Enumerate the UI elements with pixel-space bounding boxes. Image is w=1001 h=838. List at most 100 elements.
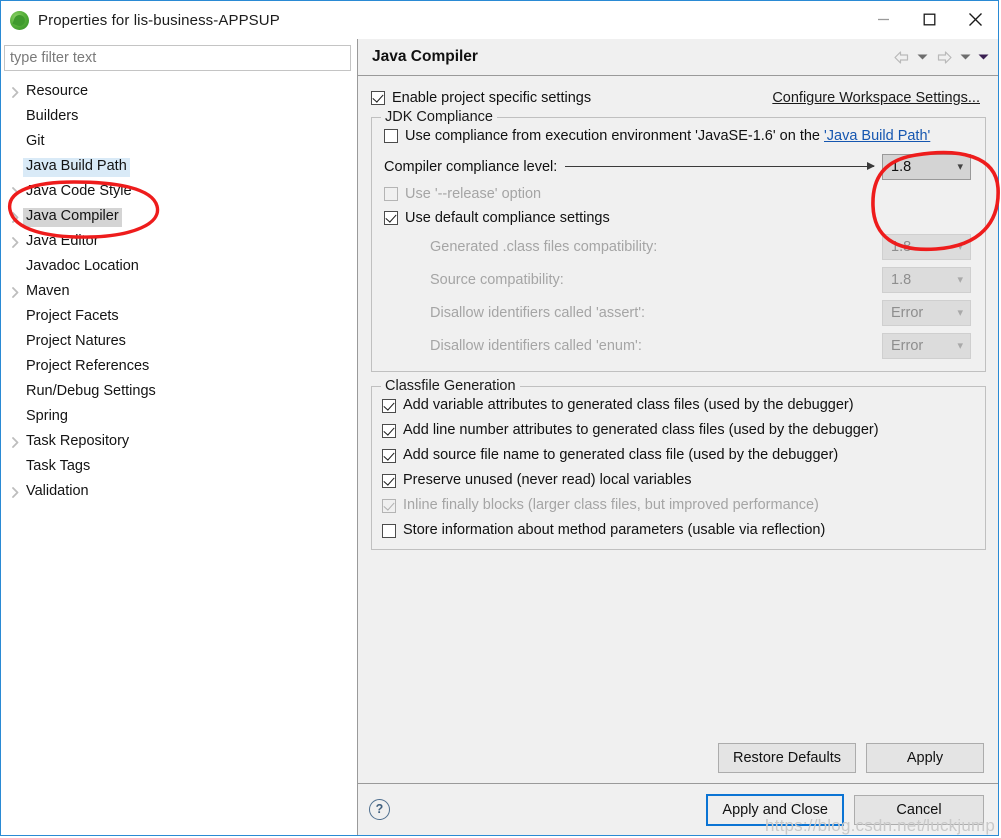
window-controls (860, 1, 998, 38)
close-icon[interactable] (952, 1, 998, 38)
chevron-right-icon[interactable] (7, 187, 23, 198)
enable-project-specific-checkbox[interactable] (371, 91, 385, 105)
sidebar-item-spring[interactable]: Spring (1, 405, 357, 430)
forward-dropdown-chevron-down-icon[interactable] (957, 45, 974, 69)
compliance-field-select: 1.8 ▾ (882, 233, 971, 260)
classfile-option-checkbox[interactable] (382, 423, 396, 438)
forward-arrow-icon[interactable] (932, 45, 956, 69)
back-dropdown-chevron-down-icon[interactable] (914, 45, 931, 69)
apply-and-close-button[interactable]: Apply and Close (706, 793, 844, 826)
filter-container (1, 39, 357, 71)
properties-dialog: Properties for lis-business-APPSUP Resou… (0, 0, 999, 836)
minimize-icon[interactable] (860, 1, 906, 38)
sidebar-item-label: Java Code Style (26, 183, 132, 200)
use-default-compliance-label: Use default compliance settings (405, 209, 610, 226)
use-default-compliance-checkbox[interactable] (384, 211, 398, 225)
classfile-option-checkbox (382, 498, 396, 513)
classfile-option-checkbox[interactable] (382, 448, 396, 463)
classfile-options-list: Add variable attributes to generated cla… (382, 393, 975, 543)
classfile-option-row: Add line number attributes to generated … (382, 418, 975, 443)
chevron-down-icon: ▾ (957, 274, 963, 286)
help-icon[interactable]: ? (369, 799, 390, 820)
chevron-right-icon[interactable] (7, 87, 23, 98)
classfile-option-checkbox[interactable] (382, 473, 396, 488)
sidebar-item-maven[interactable]: Maven (1, 280, 357, 305)
java-build-path-link[interactable]: 'Java Build Path' (824, 128, 930, 144)
page-content: Enable project specific settings Configu… (358, 76, 998, 734)
chevron-right-icon[interactable] (7, 287, 23, 298)
classfile-option-checkbox[interactable] (382, 523, 396, 538)
configure-workspace-settings-link[interactable]: Configure Workspace Settings... (772, 90, 986, 106)
sidebar-item-git[interactable]: Git (1, 130, 357, 155)
apply-button[interactable]: Apply (866, 743, 984, 773)
sidebar-item-label: Project References (26, 358, 150, 375)
classfile-option-label: Add line number attributes to generated … (403, 422, 879, 439)
page-title: Java Compiler (372, 48, 478, 65)
sidebar-item-label: Project Facets (26, 308, 119, 325)
use-execution-environment-label: Use compliance from execution environmen… (405, 128, 930, 145)
sidebar-item-run-debug-settings[interactable]: Run/Debug Settings (1, 380, 357, 405)
apply-button-bar: Restore Defaults Apply (358, 734, 998, 783)
classfile-option-row: Add source file name to generated class … (382, 443, 975, 468)
sidebar-item-builders[interactable]: Builders (1, 105, 357, 130)
sidebar-item-validation[interactable]: Validation (1, 480, 357, 505)
compiler-compliance-level-select[interactable]: 1.8 ▾ (882, 153, 971, 180)
chevron-right-icon[interactable] (7, 437, 23, 448)
sidebar-item-java-editor[interactable]: Java Editor (1, 230, 357, 255)
chevron-right-icon[interactable] (7, 212, 23, 223)
classfile-option-row: Store information about method parameter… (382, 518, 975, 543)
pointer-arrow-annotation (565, 162, 875, 170)
sidebar-item-java-code-style[interactable]: Java Code Style (1, 180, 357, 205)
sidebar-item-task-tags[interactable]: Task Tags (1, 455, 357, 480)
sidebar-item-javadoc-location[interactable]: Javadoc Location (1, 255, 357, 280)
classfile-generation-legend: Classfile Generation (381, 378, 520, 394)
compliance-field-value: Error (891, 337, 924, 354)
settings-tree: Resource Builders Git Java Build Path Java C… (1, 80, 357, 835)
compliance-field-label: Generated .class files compatibility: (430, 238, 658, 255)
sidebar-item-task-repository[interactable]: Task Repository (1, 430, 357, 455)
sidebar-item-label: Resource (26, 83, 89, 100)
compiler-compliance-level-row: Compiler compliance level: 1.8 ▾ (384, 151, 975, 182)
sidebar-item-resource[interactable]: Resource (1, 80, 357, 105)
enable-project-specific-label: Enable project specific settings (392, 89, 592, 106)
classfile-option-row: Preserve unused (never read) local varia… (382, 468, 975, 493)
jdk-compliance-group: JDK Compliance Use compliance from execu… (371, 109, 986, 372)
sidebar-item-project-facets[interactable]: Project Facets (1, 305, 357, 330)
sidebar-item-label: Spring (26, 408, 68, 425)
settings-sidebar: Resource Builders Git Java Build Path Java C… (1, 39, 357, 835)
classfile-option-row: Inline finally blocks (larger class file… (382, 493, 975, 518)
sidebar-item-project-natures[interactable]: Project Natures (1, 330, 357, 355)
back-arrow-icon[interactable] (889, 45, 913, 69)
sidebar-item-label: Validation (26, 483, 89, 500)
chevron-down-icon: ▾ (957, 307, 963, 319)
eclipse-project-icon (10, 10, 29, 30)
classfile-option-label: Inline finally blocks (larger class file… (403, 497, 819, 514)
sidebar-item-label: Javadoc Location (26, 258, 139, 275)
sidebar-item-java-compiler[interactable]: Java Compiler (1, 205, 357, 230)
title-bar: Properties for lis-business-APPSUP (1, 1, 998, 39)
compliance-field-row: Source compatibility: 1.8 ▾ (384, 263, 975, 296)
classfile-option-checkbox[interactable] (382, 398, 396, 413)
search-input[interactable] (4, 45, 351, 71)
use-execution-environment-checkbox[interactable] (384, 129, 398, 143)
cancel-button[interactable]: Cancel (854, 794, 984, 825)
compliance-field-value: 1.8 (891, 238, 912, 255)
classfile-option-row: Add variable attributes to generated cla… (382, 393, 975, 418)
restore-defaults-button[interactable]: Restore Defaults (718, 743, 856, 773)
compiler-compliance-level-label: Compiler compliance level: (384, 158, 558, 175)
compliance-field-label: Disallow identifiers called 'enum': (430, 337, 642, 354)
sidebar-item-java-build-path[interactable]: Java Build Path (1, 155, 357, 180)
sidebar-item-label: Maven (26, 283, 70, 300)
classfile-option-label: Add source file name to generated class … (403, 447, 839, 464)
dialog-footer: ? Apply and Close Cancel (358, 783, 998, 835)
chevron-right-icon[interactable] (7, 487, 23, 498)
classfile-generation-group: Classfile Generation Add variable attrib… (371, 378, 986, 550)
use-execution-environment-row: Use compliance from execution environmen… (384, 124, 975, 148)
chevron-right-icon[interactable] (7, 237, 23, 248)
compliance-field-select: Error ▾ (882, 332, 971, 359)
sidebar-item-project-references[interactable]: Project References (1, 355, 357, 380)
dialog-body: Resource Builders Git Java Build Path Java C… (1, 39, 998, 835)
view-menu-chevron-down-icon[interactable] (975, 45, 992, 69)
maximize-icon[interactable] (906, 1, 952, 38)
chevron-down-icon: ▾ (957, 340, 963, 352)
